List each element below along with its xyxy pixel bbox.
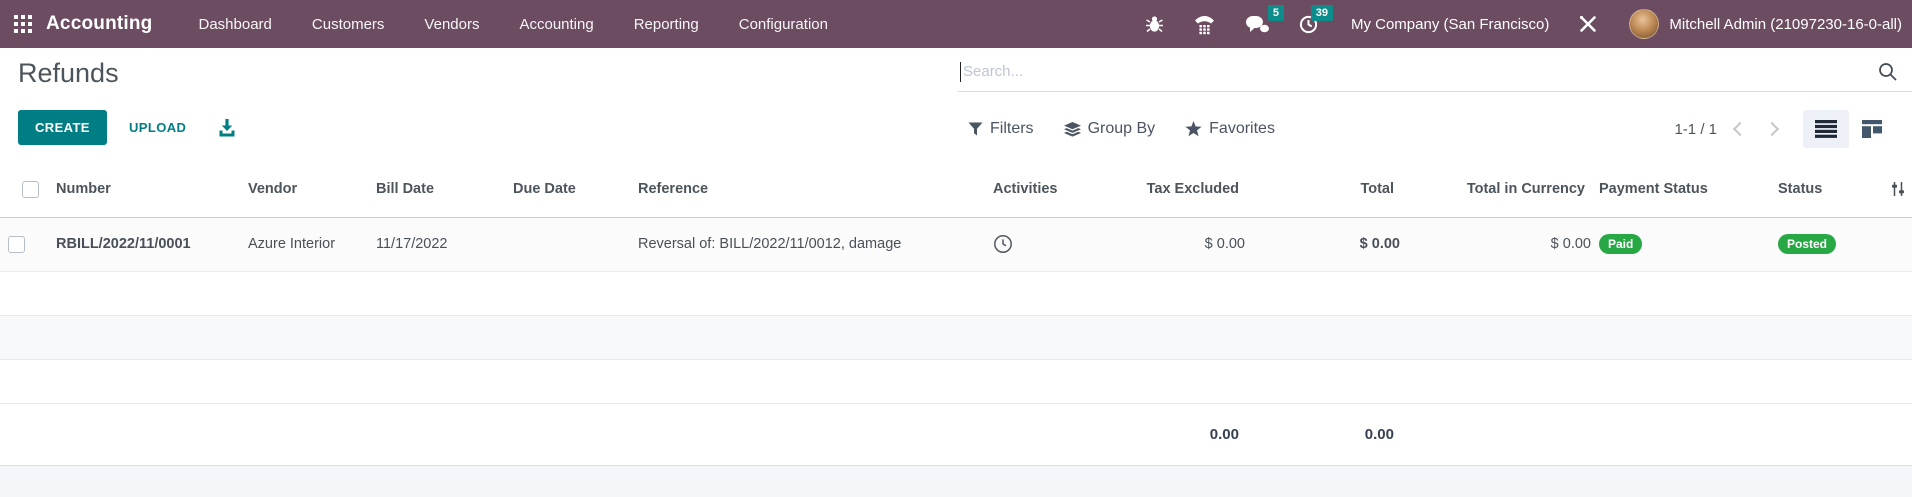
column-header-activities[interactable]: Activities (985, 162, 1065, 218)
cell-reference[interactable]: Reversal of: BILL/2022/11/0012, damage (630, 217, 985, 272)
download-icon (219, 119, 235, 137)
star-icon (1185, 121, 1202, 137)
favorites-button[interactable]: Favorites (1185, 120, 1275, 138)
menu-item-vendors[interactable]: Vendors (424, 16, 479, 33)
filters-button[interactable]: Filters (968, 120, 1034, 138)
upload-button[interactable]: UPLOAD (121, 110, 194, 145)
column-header-tax-excluded[interactable]: Tax Excluded (1065, 162, 1245, 218)
list-view-icon (1815, 120, 1837, 138)
messages-count-badge: 5 (1267, 5, 1284, 21)
status-badge: Posted (1778, 234, 1837, 254)
chat-bubbles-icon (1245, 15, 1269, 32)
row-checkbox-cell (0, 217, 48, 272)
topbar-right: 5 39 My Company (San Francisco) Mitchell… (1130, 0, 1912, 48)
select-all-checkbox[interactable] (22, 180, 39, 198)
page-title: Refunds (18, 58, 119, 88)
cell-bill-date[interactable]: 11/17/2022 (368, 217, 505, 272)
control-panel-top: Refunds (0, 48, 1912, 96)
totals-row: 0.00 0.00 (0, 403, 1912, 465)
bug-icon (1145, 16, 1163, 33)
column-header-bill-date[interactable]: Bill Date (368, 162, 505, 218)
pager-next-icon[interactable] (1764, 121, 1780, 137)
filters-label: Filters (990, 120, 1034, 137)
funnel-icon (968, 122, 983, 136)
payment-status-badge: Paid (1599, 234, 1643, 254)
phone-icon (1194, 15, 1214, 34)
total-total: 0.00 (1364, 425, 1394, 443)
cell-number[interactable]: RBILL/2022/11/0001 (48, 217, 240, 272)
favorites-label: Favorites (1209, 120, 1275, 137)
column-options-icon[interactable] (1883, 181, 1912, 197)
layers-icon (1063, 121, 1081, 137)
group-by-label: Group By (1087, 120, 1156, 137)
cell-due-date[interactable] (505, 217, 630, 272)
activity-clock-icon[interactable] (993, 234, 1013, 254)
cell-payment-status: Paid (1591, 217, 1770, 272)
main-menu: Dashboard Customers Vendors Accounting R… (199, 16, 828, 33)
grid-icon (14, 15, 32, 33)
company-switcher[interactable]: My Company (San Francisco) (1351, 16, 1549, 33)
refunds-list: Number Vendor Bill Date Due Date Referen… (0, 162, 1912, 465)
column-header-vendor[interactable]: Vendor (240, 162, 368, 218)
column-options-cell (1875, 162, 1912, 218)
cell-status: Posted (1770, 217, 1875, 272)
cell-activities (985, 217, 1065, 272)
cell-total-in-currency[interactable]: $ 0.00 (1400, 217, 1591, 272)
wrench-screwdriver-icon (1580, 15, 1597, 32)
user-avatar[interactable] (1629, 9, 1660, 39)
search-bar (958, 52, 1912, 92)
menu-item-customers[interactable]: Customers (312, 16, 385, 33)
list-view-button[interactable] (1803, 110, 1849, 148)
pager: 1-1 / 1 (1674, 96, 1895, 162)
search-options: Filters Group By Favorites (968, 96, 1275, 162)
cell-tax-excluded[interactable]: $ 0.00 (1065, 217, 1245, 272)
row-checkbox[interactable] (8, 235, 25, 253)
search-input[interactable] (961, 63, 1877, 80)
pager-previous-icon[interactable] (1732, 121, 1748, 137)
column-header-status[interactable]: Status (1770, 162, 1875, 218)
apps-menu-icon[interactable] (0, 0, 46, 48)
support-tools-icon[interactable] (1563, 0, 1613, 48)
column-header-total-in-currency[interactable]: Total in Currency (1400, 162, 1591, 218)
messages-icon[interactable]: 5 (1230, 0, 1284, 48)
group-by-button[interactable]: Group By (1063, 120, 1156, 138)
menu-item-accounting[interactable]: Accounting (519, 16, 593, 33)
control-panel-buttons: CREATE UPLOAD Filters Group By Favorites… (0, 96, 1912, 162)
voip-phone-icon[interactable] (1179, 0, 1230, 48)
column-header-total[interactable]: Total (1245, 162, 1400, 218)
cell-vendor[interactable]: Azure Interior (240, 217, 368, 272)
kanban-view-icon (1862, 120, 1882, 138)
menu-item-configuration[interactable]: Configuration (739, 16, 828, 33)
app-name[interactable]: Accounting (46, 13, 153, 35)
select-all-checkbox-cell (0, 162, 48, 218)
page-footer-band (0, 465, 1912, 497)
total-tax-excluded: 0.00 (1209, 425, 1239, 443)
empty-row (0, 315, 1912, 360)
debug-bug-icon[interactable] (1130, 0, 1179, 48)
activities-count-badge: 39 (1310, 5, 1333, 21)
table-row[interactable]: RBILL/2022/11/0001 Azure Interior 11/17/… (0, 217, 1912, 272)
empty-row (0, 359, 1912, 404)
header-row: Number Vendor Bill Date Due Date Referen… (0, 162, 1912, 218)
pager-range: 1-1 / 1 (1674, 120, 1717, 138)
menu-item-reporting[interactable]: Reporting (634, 16, 699, 33)
column-header-payment-status[interactable]: Payment Status (1591, 162, 1770, 218)
search-icon[interactable] (1877, 61, 1898, 82)
menu-item-dashboard[interactable]: Dashboard (199, 16, 272, 33)
activities-clock-icon[interactable]: 39 (1284, 0, 1333, 48)
kanban-view-button[interactable] (1849, 110, 1895, 148)
top-navbar: Accounting Dashboard Customers Vendors A… (0, 0, 1912, 48)
download-icon-button[interactable] (218, 118, 236, 140)
cell-total[interactable]: $ 0.00 (1245, 217, 1400, 272)
column-header-due-date[interactable]: Due Date (505, 162, 630, 218)
column-header-reference[interactable]: Reference (630, 162, 985, 218)
column-header-number[interactable]: Number (48, 162, 240, 218)
empty-row (0, 271, 1912, 316)
user-menu[interactable]: Mitchell Admin (21097230-16-0-all) (1669, 16, 1902, 33)
create-button[interactable]: CREATE (18, 110, 107, 145)
